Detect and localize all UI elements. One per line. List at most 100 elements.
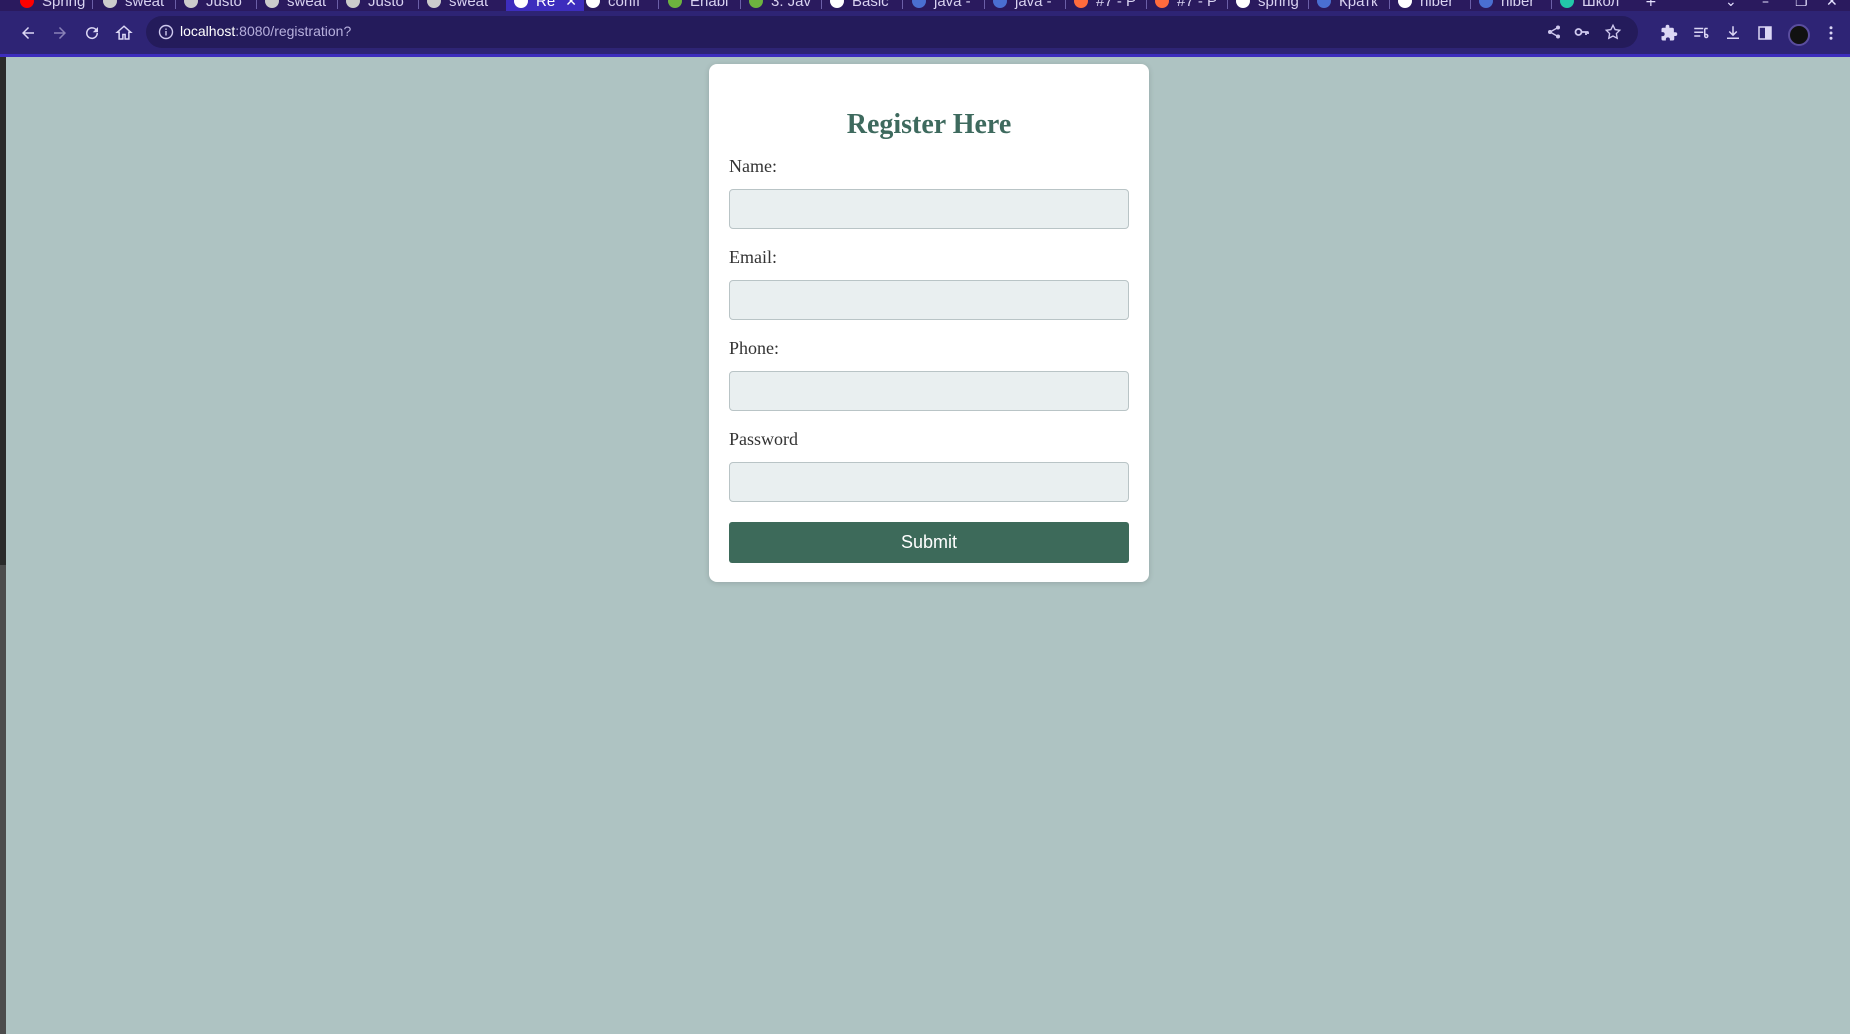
reload-icon[interactable] bbox=[81, 22, 103, 44]
tab-separator bbox=[1227, 0, 1228, 9]
tab-label: Enabl bbox=[690, 0, 729, 10]
code-icon bbox=[1155, 0, 1169, 8]
tab-label: Basic bbox=[852, 0, 889, 10]
phone-input[interactable] bbox=[729, 371, 1129, 411]
registration-card: Register Here Name: Email: Phone: Passwo… bbox=[709, 64, 1149, 582]
browser-tab[interactable]: java - bbox=[993, 0, 1059, 11]
close-window-icon[interactable]: ✕ bbox=[1826, 0, 1838, 10]
youtube-icon bbox=[20, 0, 34, 8]
browser-tab[interactable]: Justo bbox=[184, 0, 250, 11]
submit-button[interactable]: Submit bbox=[729, 522, 1129, 563]
tab-separator bbox=[418, 0, 419, 9]
github-icon bbox=[103, 0, 117, 8]
doc-icon bbox=[912, 0, 926, 8]
tab-separator bbox=[1389, 0, 1390, 9]
info-icon[interactable] bbox=[158, 24, 174, 40]
browser-tab[interactable]: Школ bbox=[1560, 0, 1626, 11]
email-input[interactable] bbox=[729, 280, 1129, 320]
github-icon bbox=[265, 0, 279, 8]
browser-tab[interactable]: Basic bbox=[830, 0, 896, 11]
browser-tab[interactable]: sweat bbox=[103, 0, 169, 11]
tab-label: Школ bbox=[1582, 0, 1620, 10]
tab-separator bbox=[740, 0, 741, 9]
doc-icon bbox=[993, 0, 1007, 8]
new-tab-icon[interactable]: + bbox=[1645, 0, 1657, 10]
tab-search-chevron-icon[interactable]: ⌄ bbox=[1725, 0, 1737, 10]
forward-icon[interactable] bbox=[49, 22, 71, 44]
minimize-icon[interactable]: – bbox=[1762, 0, 1769, 10]
form-title: Register Here bbox=[846, 109, 1012, 140]
name-label: Name: bbox=[729, 156, 777, 176]
browser-tab[interactable]: #7 - P bbox=[1074, 0, 1140, 11]
tab-separator bbox=[658, 0, 659, 9]
restore-icon[interactable]: ❐ bbox=[1795, 0, 1808, 10]
tab-label: #7 - P bbox=[1177, 0, 1218, 10]
browser-tab[interactable]: spring bbox=[1236, 0, 1302, 11]
tab-label: java - bbox=[1015, 0, 1052, 10]
browser-tab[interactable]: hiber bbox=[1479, 0, 1545, 11]
share-icon[interactable] bbox=[1546, 24, 1562, 40]
tab-label: sweat bbox=[449, 0, 489, 10]
side-panel-icon[interactable] bbox=[1754, 22, 1776, 44]
left-window-edge-lower bbox=[0, 565, 6, 1034]
browser-toolbar: localhost:8080/registration? bbox=[0, 11, 1850, 54]
home-icon[interactable] bbox=[113, 22, 135, 44]
phone-label: Phone: bbox=[729, 338, 780, 358]
tab-label: java - bbox=[934, 0, 971, 10]
browser-tab[interactable]: Кратк bbox=[1317, 0, 1383, 11]
tab-label: Justo bbox=[368, 0, 404, 10]
tab-strip: Spring sweat Justo sweat Justo sweat Re ✕ confi E… bbox=[0, 0, 1850, 11]
password-label: Password bbox=[729, 429, 799, 449]
tab-separator bbox=[337, 0, 338, 9]
tab-separator bbox=[821, 0, 822, 9]
browser-tab[interactable]: Enabl bbox=[668, 0, 734, 11]
github-icon bbox=[346, 0, 360, 8]
tab-label: sweat bbox=[125, 0, 165, 10]
tab-separator bbox=[1146, 0, 1147, 9]
reading-list-icon[interactable] bbox=[1690, 22, 1712, 44]
download-icon[interactable] bbox=[1722, 22, 1744, 44]
school-icon bbox=[1560, 0, 1574, 8]
browser-tab[interactable]: #7 - P bbox=[1155, 0, 1221, 11]
name-input[interactable] bbox=[729, 189, 1129, 229]
browser-tab[interactable]: Spring bbox=[20, 0, 86, 11]
more-menu-icon[interactable] bbox=[1820, 22, 1842, 44]
url-text: localhost:8080/registration? bbox=[180, 23, 352, 39]
chrome-icon bbox=[586, 0, 600, 8]
doc-icon bbox=[1317, 0, 1331, 8]
address-bar[interactable]: localhost:8080/registration? bbox=[146, 16, 1638, 48]
tab-separator bbox=[175, 0, 176, 9]
profile-avatar[interactable] bbox=[1788, 24, 1810, 46]
extensions-puzzle-icon[interactable] bbox=[1658, 22, 1680, 44]
spring-icon bbox=[749, 0, 763, 8]
close-tab-icon[interactable]: ✕ bbox=[565, 0, 577, 10]
github-icon bbox=[427, 0, 441, 8]
browser-tab[interactable]: Re ✕ bbox=[506, 0, 584, 11]
tab-separator bbox=[1308, 0, 1309, 9]
tab-label: spring bbox=[1258, 0, 1299, 10]
browser-tab[interactable]: sweat bbox=[427, 0, 493, 11]
browser-tab[interactable]: confi bbox=[586, 0, 652, 11]
browser-tab[interactable]: java - bbox=[912, 0, 978, 11]
tab-label: Spring bbox=[42, 0, 86, 10]
tab-label: hiber bbox=[1501, 0, 1535, 10]
chrome-icon bbox=[1398, 0, 1412, 8]
chrome-icon bbox=[830, 0, 844, 8]
browser-tab[interactable]: hiber bbox=[1398, 0, 1464, 11]
tab-separator bbox=[902, 0, 903, 9]
bookmark-star-icon[interactable] bbox=[1604, 23, 1622, 41]
browser-tab[interactable]: 3. Jav bbox=[749, 0, 815, 11]
tab-label: hiber bbox=[1420, 0, 1454, 10]
password-input[interactable] bbox=[729, 462, 1129, 502]
tab-separator bbox=[256, 0, 257, 9]
tab-label: #7 - P bbox=[1096, 0, 1137, 10]
key-icon[interactable] bbox=[1574, 24, 1590, 40]
tab-separator bbox=[92, 0, 93, 9]
back-icon[interactable] bbox=[17, 22, 39, 44]
github-icon bbox=[184, 0, 198, 8]
tab-separator bbox=[1065, 0, 1066, 9]
browser-tab[interactable]: Justo bbox=[346, 0, 412, 11]
globe-icon bbox=[514, 0, 528, 8]
tab-separator bbox=[1470, 0, 1471, 9]
browser-tab[interactable]: sweat bbox=[265, 0, 331, 11]
